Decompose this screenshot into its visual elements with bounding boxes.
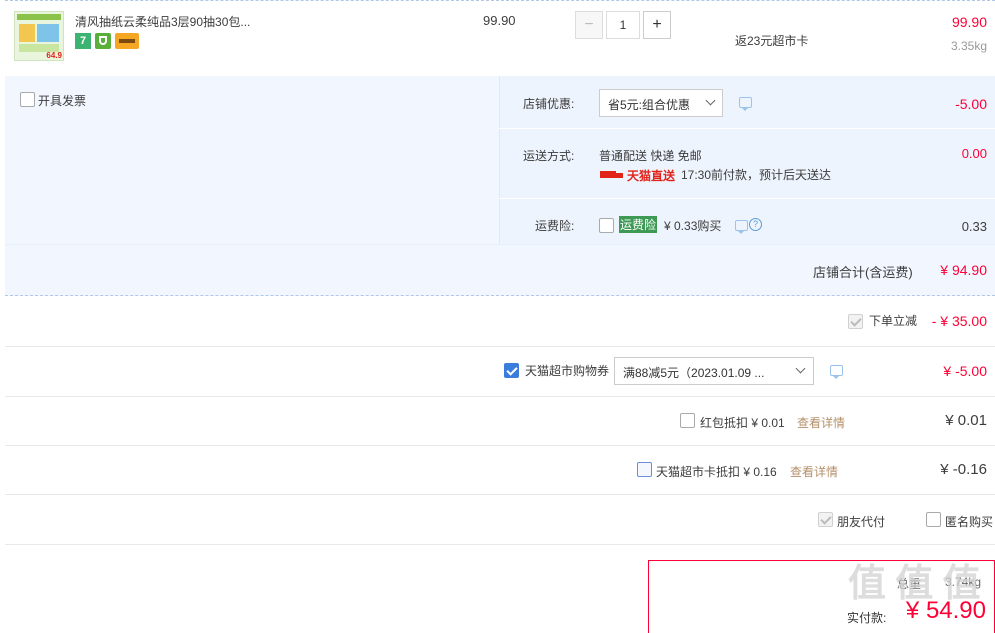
paid-label: 实付款: — [847, 611, 887, 625]
friend-pay-checkbox — [818, 512, 833, 527]
coupon-checkbox[interactable] — [504, 363, 519, 378]
coupon-select[interactable]: 满88减5元（2023.01.09 ... — [614, 357, 814, 385]
instant-discount-amount: - ¥ 35.00 — [931, 313, 987, 329]
product-thumbnail[interactable]: 64.9 — [14, 11, 64, 61]
shop-discount-select[interactable]: 省5元:组合优惠 — [599, 89, 723, 117]
product-subtotal: 99.90 — [951, 14, 987, 30]
delivery-note: 17:30前付款，预计后天送达 — [681, 168, 832, 182]
insurance-price: ¥ 0.33购买 — [664, 219, 722, 233]
redpacket-amount: ¥ 0.01 — [945, 412, 987, 429]
quantity-minus-button[interactable]: − — [575, 11, 603, 39]
redpacket-checkbox[interactable] — [680, 413, 695, 428]
help-icon[interactable]: ? — [749, 218, 762, 231]
insurance-label: 运费险: — [535, 219, 575, 233]
invoice-label: 开具发票 — [38, 94, 87, 108]
instant-discount-checkbox — [848, 314, 863, 329]
discount-chat-icon[interactable] — [739, 97, 752, 111]
shop-total-amount: ¥ 94.90 — [940, 262, 987, 278]
anonymous-checkbox[interactable] — [926, 512, 941, 527]
product-weight: 3.35kg — [950, 39, 987, 53]
chevron-down-icon — [795, 363, 806, 374]
instant-discount-label: 下单立减 — [869, 314, 918, 328]
shipping-label: 运送方式: — [523, 149, 575, 163]
coupon-label: 天猫超市购物券 — [525, 364, 610, 378]
thumb-price-badge: 64.9 — [46, 51, 62, 60]
unit-price: 99.90 — [483, 13, 516, 28]
supermarket-card-checkbox[interactable] — [637, 462, 652, 477]
supermarket-card-label: 天猫超市卡抵扣 ¥ 0.16 — [656, 465, 777, 479]
shop-discount-amount: -5.00 — [955, 96, 987, 112]
shipping-amount: 0.00 — [961, 146, 987, 161]
coupon-chat-icon[interactable] — [830, 365, 843, 379]
redpacket-details-link[interactable]: 查看详情 — [797, 414, 845, 431]
insurance-tag: 运费险 — [619, 216, 658, 233]
shipping-method: 普通配送 快递 免邮 — [599, 149, 702, 163]
insurance-amount: 0.33 — [961, 219, 987, 234]
insurance-checkbox[interactable] — [599, 218, 614, 233]
quantity-plus-button[interactable]: + — [643, 11, 671, 39]
insurance-chat-icon[interactable] — [735, 220, 748, 234]
shop-section: 开具发票 店铺优惠: 省5元:组合优惠 -5.00 运送方式: 普通配送 快递 … — [5, 76, 995, 296]
shop-discount-label: 店铺优惠: — [523, 97, 575, 111]
friend-pay-label: 朋友代付 — [837, 515, 886, 529]
tmall-truck-icon — [600, 169, 624, 179]
card-icon — [115, 33, 139, 49]
tmall-direct-label: 天猫直送 — [627, 169, 676, 183]
chevron-down-icon — [705, 95, 716, 106]
coupon-amount: ¥ -5.00 — [943, 363, 987, 379]
product-title[interactable]: 清风抽纸云柔纯品3层90抽30包... — [75, 13, 250, 30]
quantity-stepper: − + — [575, 11, 671, 39]
anonymous-label: 匿名购买 — [945, 515, 994, 529]
rebate-text: 返23元超市卡 — [735, 34, 809, 48]
shop-total-label: 店铺合计(含运费) — [813, 265, 913, 280]
shield-icon — [95, 33, 111, 49]
product-row: 64.9 清风抽纸云柔纯品3层90抽30包... 7 99.90 − + 返23… — [5, 0, 995, 76]
supermarket-card-details-link[interactable]: 查看详情 — [790, 463, 838, 480]
watermark-logo: 值 值 值 — [848, 561, 980, 605]
tag-7-icon: 7 — [75, 33, 91, 49]
redpacket-label: 红包抵扣 ¥ 0.01 — [700, 416, 785, 430]
supermarket-card-amount: ¥ -0.16 — [940, 461, 987, 478]
quantity-input[interactable] — [606, 11, 640, 39]
invoice-checkbox[interactable] — [20, 92, 35, 107]
